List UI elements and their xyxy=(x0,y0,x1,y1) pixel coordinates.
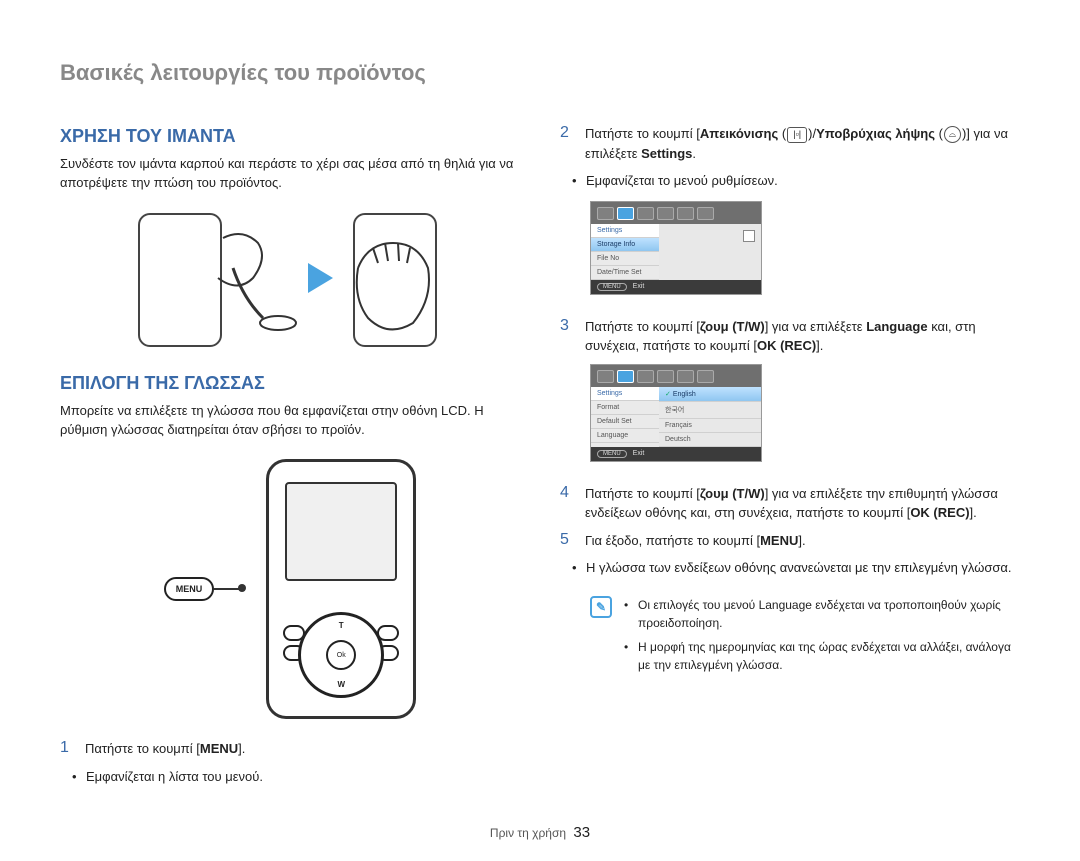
step-5-bullet: Η γλώσσα των ενδείξεων οθόνης ανανεώνετα… xyxy=(586,558,1020,578)
step-number: 4 xyxy=(560,484,575,523)
footer-page-number: 33 xyxy=(573,824,590,841)
gear-icon xyxy=(617,207,634,220)
illustration-attach-strap xyxy=(138,208,298,348)
step-1-bullet: Εμφανίζεται η λίστα του μενού. xyxy=(86,767,520,787)
menu-item: Storage Info xyxy=(591,238,659,252)
screenshot-settings-menu: Settings Storage Info File No Date/Time … xyxy=(590,201,762,295)
note-item: Η μορφή της ημερομηνίας και της ώρας ενδ… xyxy=(624,638,1020,674)
footer-menu-pill: MENU xyxy=(597,283,627,291)
dpad-center-label: Ok xyxy=(326,640,356,670)
page-footer: Πριν τη χρήση 33 xyxy=(60,824,1020,841)
section-body-strap: Συνδέστε τον ιμάντα καρπού και περάστε τ… xyxy=(60,155,520,193)
dpad-top-label: T xyxy=(339,621,344,630)
menu-item: File No xyxy=(591,252,659,266)
callout-line-icon xyxy=(214,588,244,590)
step-2-bullet: Εμφανίζεται το μενού ρυθμίσεων. xyxy=(586,171,1020,191)
figure-menu-button: MENU T W Ok xyxy=(60,459,520,719)
language-option: ✓ English xyxy=(659,387,761,402)
note-item: Οι επιλογές του μενού Language ενδέχεται… xyxy=(624,596,1020,632)
screenshot-language-menu: Settings Format Default Set Language ✓ E… xyxy=(590,364,762,462)
menu-item: Format xyxy=(591,401,659,415)
display-icon: |▫| xyxy=(787,127,807,143)
illustration-hand-holding xyxy=(343,213,443,343)
step-number: 3 xyxy=(560,317,575,356)
note-box: ✎ Οι επιλογές του μενού Language ενδέχετ… xyxy=(590,596,1020,680)
figure-strap-usage xyxy=(60,208,520,348)
language-option: 한국어 xyxy=(659,402,761,419)
step-2: 2 Πατήστε το κουμπί [Απεικόνισης (|▫|)/Υ… xyxy=(560,124,1020,163)
step-number: 2 xyxy=(560,124,575,163)
submenu-icon xyxy=(743,230,755,242)
section-heading-strap: ΧΡΗΣΗ ΤΟΥ ΙΜΑΝΤΑ xyxy=(60,126,520,147)
footer-exit-label: Exit xyxy=(633,450,645,457)
menu-item: Default Set xyxy=(591,415,659,429)
menu-button-label: MENU xyxy=(164,577,215,601)
section-body-language: Μπορείτε να επιλέξετε τη γλώσσα που θα ε… xyxy=(60,402,520,440)
language-option: Deutsch xyxy=(659,433,761,447)
check-icon: ✓ xyxy=(665,391,671,398)
hand-sketch-icon xyxy=(343,213,443,343)
underwater-icon: ⌓ xyxy=(944,126,961,143)
arrow-right-icon xyxy=(308,263,333,293)
note-icon: ✎ xyxy=(590,596,612,618)
page-title: Βασικές λειτουργίες του προϊόντος xyxy=(60,60,1020,86)
section-heading-language: ΕΠΙΛΟΓΗ ΤΗΣ ΓΛΩΣΣΑΣ xyxy=(60,373,520,394)
dpad-icon: T W Ok xyxy=(298,612,384,698)
gear-icon xyxy=(617,370,634,383)
menu-header: Settings xyxy=(591,224,659,238)
language-option: Français xyxy=(659,419,761,433)
dpad-bottom-label: W xyxy=(337,680,345,689)
step-1: 1 Πατήστε το κουμπί [MENU]. xyxy=(60,739,520,759)
footer-menu-pill: MENU xyxy=(597,450,627,458)
illustration-device-front: T W Ok xyxy=(266,459,416,719)
menu-item: Language xyxy=(591,429,659,443)
step-number: 5 xyxy=(560,531,575,551)
menu-header: Settings xyxy=(591,387,659,401)
strap-sketch-icon xyxy=(138,208,298,348)
menu-item: Date/Time Set xyxy=(591,266,659,280)
footer-exit-label: Exit xyxy=(633,283,645,290)
step-3: 3 Πατήστε το κουμπί [ζουμ (T/W)] για να … xyxy=(560,317,1020,356)
step-5: 5 Για έξοδο, πατήστε το κουμπί [MENU]. xyxy=(560,531,1020,551)
step-4: 4 Πατήστε το κουμπί [ζουμ (T/W)] για να … xyxy=(560,484,1020,523)
step-number: 1 xyxy=(60,739,75,759)
footer-section-label: Πριν τη χρήση xyxy=(490,826,566,840)
